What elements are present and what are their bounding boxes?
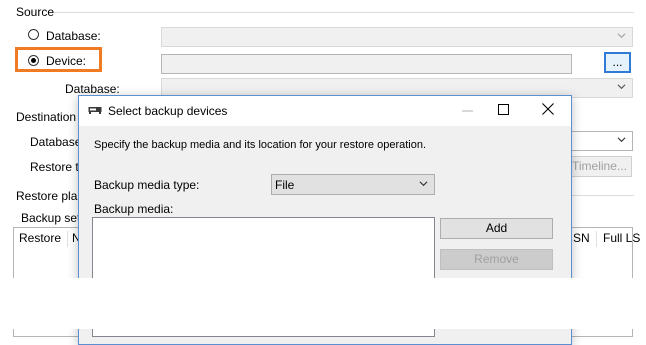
column-separator — [67, 231, 68, 247]
destination-database-label: Database: — [30, 135, 85, 149]
add-button[interactable]: Add — [440, 218, 553, 239]
chevron-down-icon — [419, 181, 428, 187]
chevron-down-icon — [617, 137, 626, 143]
minimize-icon — [462, 110, 473, 112]
restore-plan-divider — [570, 195, 634, 196]
chevron-down-icon — [617, 84, 626, 90]
source-database-label: Database: — [65, 82, 120, 96]
close-button[interactable] — [526, 96, 572, 125]
dialog-instructions: Specify the backup media and its locatio… — [94, 139, 427, 151]
destination-database-select[interactable] — [570, 131, 633, 151]
device-radio-label: Device: — [46, 54, 87, 68]
backup-device-icon — [88, 107, 102, 114]
source-group-label: Source — [16, 5, 55, 19]
column-header-sn[interactable]: SN — [573, 228, 590, 248]
dialog-title: Select backup devices — [108, 104, 228, 118]
backup-sets-label: Backup sets — [21, 211, 87, 225]
backup-media-type-label: Backup media type: — [94, 178, 200, 192]
column-header-restore[interactable]: Restore — [19, 228, 61, 248]
backup-media-type-value: File — [275, 178, 295, 192]
column-separator — [596, 231, 597, 247]
restore-plan-group-label: Restore plan — [16, 189, 85, 203]
device-radio[interactable] — [28, 55, 39, 66]
chevron-down-icon — [617, 33, 626, 39]
remove-button[interactable]: Remove — [440, 249, 553, 270]
timeline-button[interactable]: Timeline... — [568, 156, 632, 177]
maximize-icon — [498, 104, 509, 115]
screenshot-bottom-margin — [0, 278, 646, 329]
browse-devices-button[interactable]: ... — [604, 52, 631, 73]
source-database-select[interactable] — [161, 27, 633, 47]
database-radio[interactable] — [28, 29, 39, 40]
maximize-button[interactable] — [480, 96, 526, 125]
dialog-titlebar[interactable]: Select backup devices — [79, 96, 571, 126]
radio-selected-dot — [31, 58, 36, 63]
source-group-divider — [54, 12, 634, 13]
column-header-full-lsn[interactable]: Full LS — [603, 228, 640, 248]
close-icon — [542, 103, 554, 115]
backup-media-type-select[interactable]: File — [271, 174, 435, 195]
destination-group-label: Destination — [16, 110, 77, 124]
backup-media-label: Backup media: — [94, 202, 174, 216]
database-radio-label: Database: — [46, 29, 101, 43]
device-path-field[interactable] — [161, 54, 572, 74]
